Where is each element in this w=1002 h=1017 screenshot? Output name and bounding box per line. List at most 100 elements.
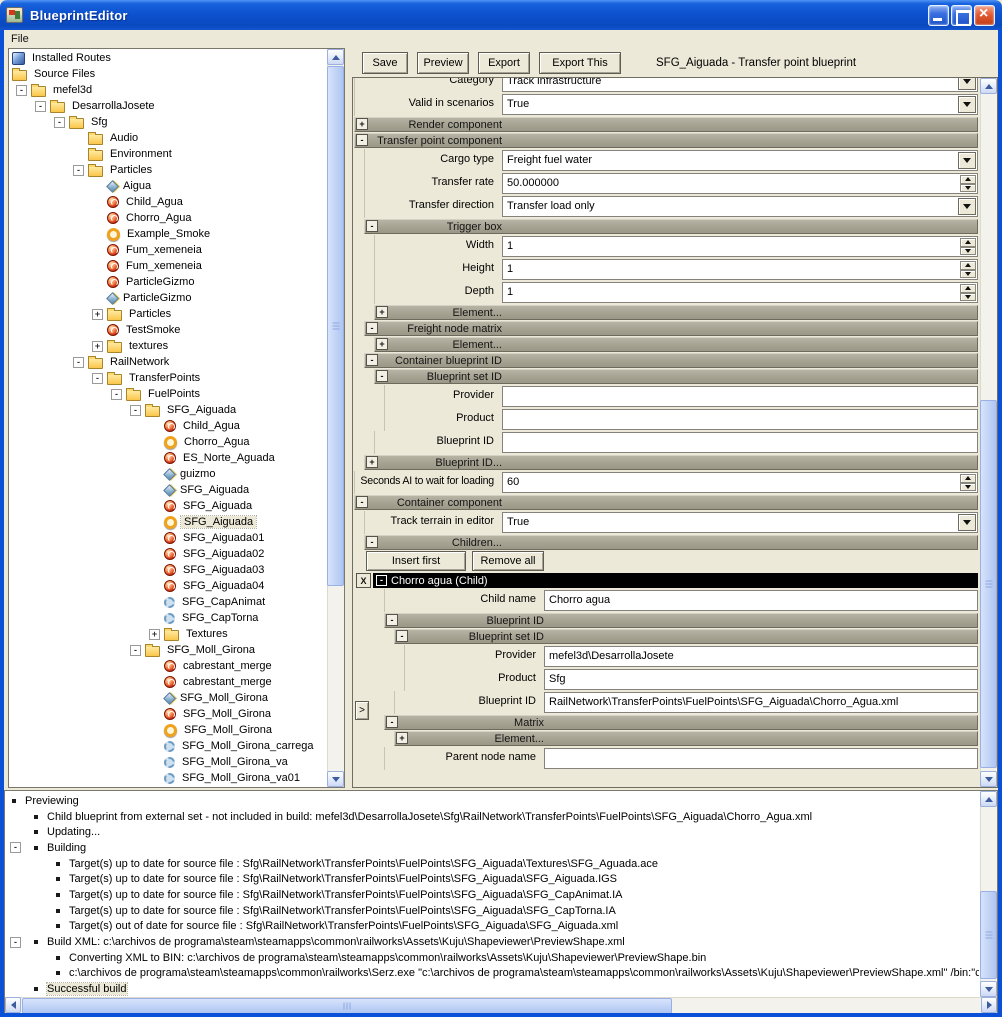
tree-item[interactable]: SFG_Moll_Girona [10,690,326,706]
form-scroll-down-button[interactable] [980,771,997,787]
log-scroll-left-button[interactable] [5,997,21,1013]
tree-item-label[interactable]: SFG_Moll_Girona [180,708,274,720]
tree-item-label[interactable]: cabrestant_merge [180,676,275,688]
tree-item-label[interactable]: Child_Agua [123,196,186,208]
tree-item[interactable]: SFG_Moll_Girona_va01 [10,770,326,786]
log-line[interactable]: c:\archivos de programa\steam\steamapps\… [6,966,979,982]
form-scrollbar-thumb[interactable] [980,400,997,768]
tree-item-label[interactable]: Chorro_Agua [181,436,252,448]
tree-item-label[interactable]: Sfg [88,116,111,128]
tree-item[interactable]: SFG_Aiguada [10,482,326,498]
tree-item[interactable]: Aigua [10,178,326,194]
tree-item[interactable]: SFG_Moll_Girona [10,722,326,738]
preview-button[interactable]: Preview [417,52,469,74]
field-value[interactable] [502,409,978,430]
tree-item[interactable]: SFG_CapTorna [10,610,326,626]
dropdown-button[interactable] [958,514,976,531]
section-expander[interactable]: - [386,614,398,626]
tree-item-label[interactable]: ES_Norte_Aguada [180,452,278,464]
field-value[interactable]: Chorro agua [544,590,978,611]
tree-item-label[interactable]: SFG_Aiguada [164,404,239,416]
dropdown-button[interactable] [958,152,976,169]
tree-item-label[interactable]: ParticleGizmo [123,276,197,288]
log-line[interactable]: Previewing [6,793,979,809]
tree-item-label[interactable]: guizmo [177,468,218,480]
section-expander[interactable]: - [376,370,388,382]
dropdown-button[interactable] [958,96,976,113]
field-value[interactable] [502,386,978,407]
tree-expander-icon[interactable]: + [149,629,160,640]
section-expander[interactable]: - [366,536,378,548]
log-line[interactable]: Target(s) up to date for source file : S… [6,871,979,887]
tree-item[interactable]: -Particles [10,162,326,178]
tree-item-label[interactable]: Environment [107,148,175,160]
tree-scrollbar-thumb[interactable] [327,66,344,586]
close-button[interactable] [974,5,995,26]
tree-expander-icon[interactable]: - [35,101,46,112]
export-this-button[interactable]: Export This [539,52,621,74]
tree-item[interactable]: Installed Routes [10,50,326,66]
tree-item[interactable]: Example_Smoke [10,226,326,242]
form-scroll-up-button[interactable] [980,78,997,94]
field-value[interactable]: True [502,94,978,115]
tree-item-label[interactable]: TestSmoke [123,324,183,336]
tree-item[interactable]: SFG_Moll_Girona [10,706,326,722]
tree-item[interactable]: cabrestant_merge [10,658,326,674]
log-line[interactable]: Child blueprint from external set - not … [6,809,979,825]
tree-expander-icon[interactable]: + [92,341,103,352]
section-expander[interactable]: - [396,630,408,642]
spinner-up-button[interactable] [960,175,976,184]
spinner-down-button[interactable] [960,293,976,302]
spinner-down-button[interactable] [960,184,976,193]
tree-item-label[interactable]: SFG_Moll_Girona_va [179,756,291,768]
tree-item-label[interactable]: Installed Routes [29,52,114,64]
field-value[interactable]: 50.000000 [502,173,978,194]
log-line[interactable]: Successful build [6,981,979,996]
log-line[interactable]: Target(s) out of date for source file : … [6,919,979,935]
tree-scroll-down-button[interactable] [327,771,344,787]
tree-expander-icon[interactable]: - [111,389,122,400]
log-line[interactable]: -Building [6,840,979,856]
tree-item[interactable]: SFG_Aiguada04 [10,578,326,594]
section-expander[interactable]: + [396,732,408,744]
tree-item[interactable]: -RailNetwork [10,354,326,370]
tree-item-label[interactable]: Particles [126,308,174,320]
tree-item-label[interactable]: TransferPoints [126,372,203,384]
tree-item[interactable]: SFG_Aiguada01 [10,530,326,546]
tree-item[interactable]: +Textures [10,626,326,642]
tree-item-label[interactable]: SFG_Moll_Girona [164,644,258,656]
tree-item-label[interactable]: textures [126,340,171,352]
section-expander[interactable]: - [356,134,368,146]
section-expander[interactable]: - [366,322,378,334]
log-vscrollbar-thumb[interactable] [980,891,997,979]
tree-item-label[interactable]: SFG_Aiguada02 [180,548,267,560]
section-expander[interactable]: - [366,354,378,366]
log-line[interactable]: -Build XML: c:\archivos de programa\stea… [6,934,979,950]
tree-item-label[interactable]: Child_Agua [180,420,243,432]
tree-item-label[interactable]: Fum_xemeneia [123,260,205,272]
spinner-down-button[interactable] [960,270,976,279]
child-collapse-button[interactable]: - [376,575,387,586]
tree-item[interactable]: Source Files [10,66,326,82]
tree-item[interactable]: SFG_Aiguada02 [10,546,326,562]
tree-item[interactable]: - Sfg [10,114,326,130]
tree-item[interactable]: ParticleGizmo [10,274,326,290]
tree-item[interactable]: TestSmoke [10,322,326,338]
tree-item-label[interactable]: SFG_Aiguada [180,500,255,512]
tree-item[interactable]: cabrestant_merge [10,674,326,690]
log-scroll-up-button[interactable] [980,791,997,807]
tree-item-label[interactable]: cabrestant_merge [180,660,275,672]
tree-item[interactable]: Audio [10,130,326,146]
section-expander[interactable]: + [376,306,388,318]
field-value[interactable] [544,748,978,769]
tree-item-label[interactable]: mefel3d [50,84,95,96]
tree-item[interactable]: SFG_CapAnimat [10,594,326,610]
log-line[interactable]: Target(s) up to date for source file : S… [6,887,979,903]
tree-item[interactable]: Chorro_Agua [10,434,326,450]
spinner-up-button[interactable] [960,284,976,293]
spinner-up-button[interactable] [960,474,976,483]
tree-expander-icon[interactable]: - [54,117,65,128]
tree-expander-icon[interactable]: - [73,357,84,368]
tree-item-label[interactable]: SFG_Moll_Girona_va01 [179,772,303,784]
tree-item[interactable]: SFG_Moll_Girona_va [10,754,326,770]
